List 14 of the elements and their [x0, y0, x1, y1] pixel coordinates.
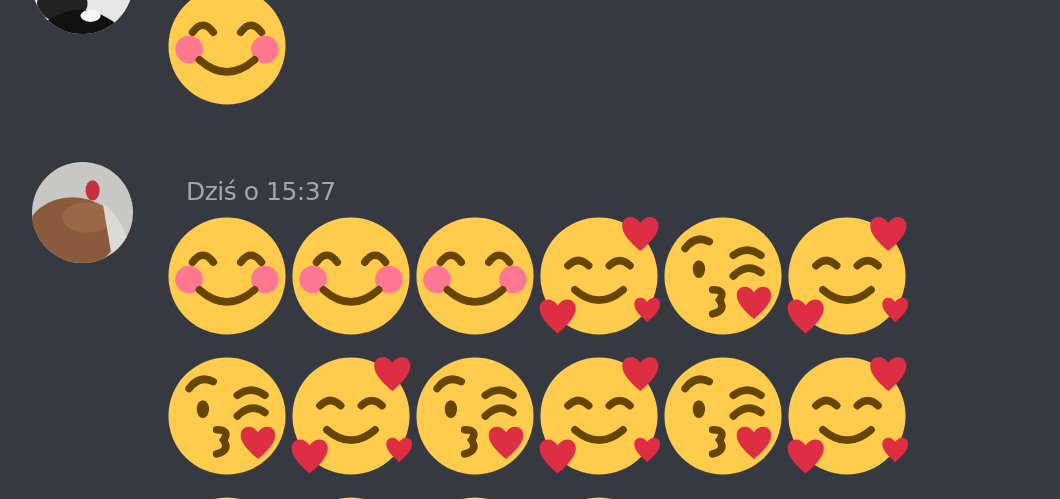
- smiling-face-icon: [413, 214, 537, 338]
- face-with-hearts-icon: [537, 214, 661, 338]
- face-with-hearts-icon: [785, 214, 909, 338]
- kissing-face-icon: [661, 214, 785, 338]
- smiling-face-icon: [165, 0, 289, 108]
- smiling-face-icon: [165, 214, 289, 338]
- face-with-hearts-icon: [289, 354, 413, 478]
- face-with-hearts-icon: [537, 354, 661, 478]
- kissing-face-icon: [661, 354, 785, 478]
- face-with-hearts-icon: [785, 354, 909, 478]
- smiling-face-icon: [289, 214, 413, 338]
- timestamp: Dziś o 15:37: [186, 176, 337, 208]
- kissing-face-icon: [413, 354, 537, 478]
- kissing-face-icon: [165, 354, 289, 478]
